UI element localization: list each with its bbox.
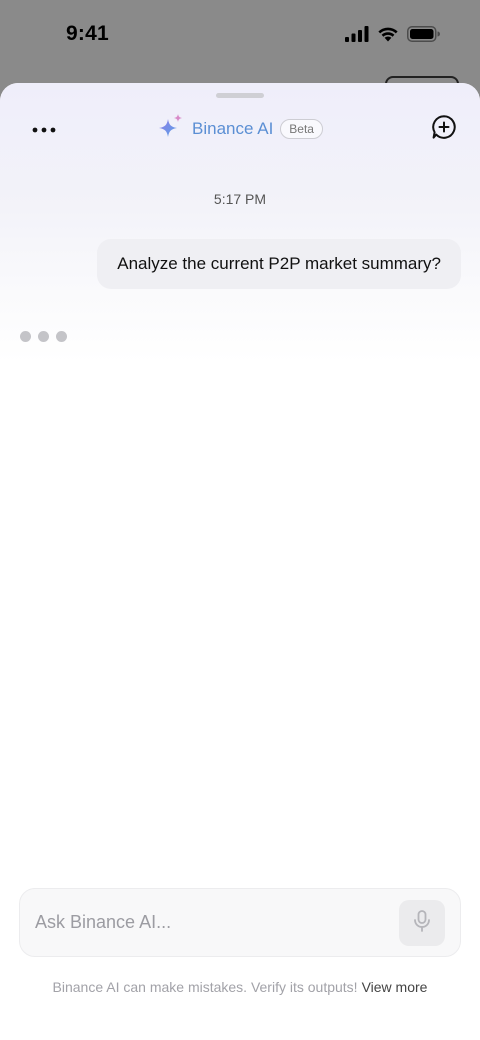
status-time: 9:41 [66, 22, 109, 45]
view-more-link[interactable]: View more [362, 979, 428, 995]
typing-dot [56, 331, 67, 342]
ai-chat-sheet: Binance AI Beta 5:17 PM Analyze the curr… [0, 83, 480, 1040]
sparkle-icon [157, 113, 185, 146]
ai-disclaimer: Binance AI can make mistakes. Verify its… [0, 979, 480, 995]
disclaimer-text: Binance AI can make mistakes. Verify its… [52, 979, 358, 995]
assistant-typing-indicator [20, 331, 67, 342]
chat-title-group: Binance AI Beta [0, 111, 480, 147]
microphone-icon [412, 909, 432, 937]
user-message-bubble: Analyze the current P2P market summary? [97, 239, 461, 289]
typing-dot [38, 331, 49, 342]
message-composer [19, 888, 461, 957]
beta-badge: Beta [280, 119, 323, 139]
new-chat-icon [431, 114, 457, 145]
voice-input-button[interactable] [399, 900, 445, 946]
status-icons [345, 26, 440, 42]
sheet-grabber[interactable] [216, 93, 264, 98]
battery-icon [407, 26, 440, 42]
typing-dot [20, 331, 31, 342]
chat-title: Binance AI [192, 119, 274, 138]
wifi-icon [377, 26, 399, 42]
chat-header: Binance AI Beta [0, 111, 480, 147]
message-timestamp: 5:17 PM [213, 191, 267, 207]
new-chat-button[interactable] [426, 111, 462, 147]
message-input[interactable] [35, 889, 395, 956]
status-bar: 9:41 [0, 0, 480, 70]
cellular-signal-icon [345, 26, 369, 42]
